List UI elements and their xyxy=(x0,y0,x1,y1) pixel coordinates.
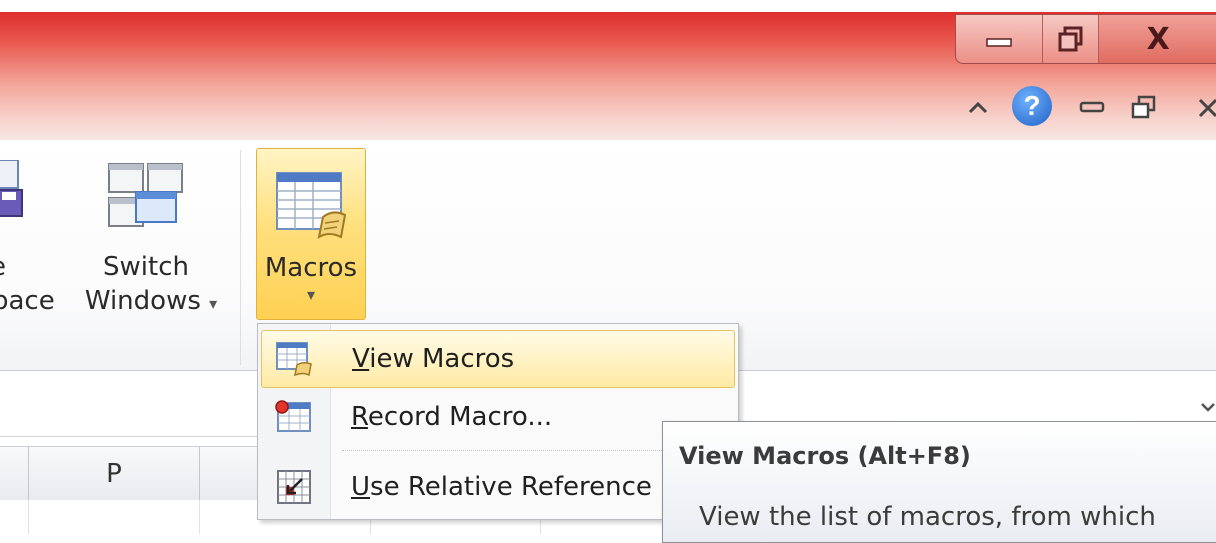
switch-windows-label-1: Switch xyxy=(103,252,189,282)
close-icon[interactable] xyxy=(1196,96,1216,120)
tooltip-body: View the list of macros, from which xyxy=(699,502,1156,532)
minimize-icon[interactable] xyxy=(1078,98,1106,116)
close-button[interactable]: X xyxy=(1099,15,1216,63)
switch-windows-button[interactable]: Switch Windows ▾ xyxy=(66,150,236,370)
save-workspace-label-2: pace xyxy=(0,286,55,316)
minimize-icon xyxy=(986,38,1012,47)
restore-icon[interactable] xyxy=(1130,94,1158,122)
column-header-p[interactable]: P xyxy=(29,447,200,501)
chevron-up-icon[interactable] xyxy=(966,98,990,118)
macros-button[interactable]: Macros ▾ xyxy=(256,148,366,320)
restore-icon xyxy=(1058,26,1083,52)
dropdown-arrow-icon: ▾ xyxy=(209,294,218,313)
tooltip: View Macros (Alt+F8) View the list of ma… xyxy=(662,421,1216,543)
menu-item-label: Record Macro... xyxy=(351,402,553,432)
restore-button[interactable] xyxy=(1043,15,1100,63)
menu-item-view-macros[interactable]: View Macros xyxy=(261,330,735,388)
help-button[interactable]: ? xyxy=(1012,86,1052,126)
column-header[interactable] xyxy=(0,447,29,501)
macros-label: Macros xyxy=(264,253,358,283)
close-icon: X xyxy=(1146,21,1170,57)
menu-item-label: Use Relative Reference xyxy=(351,472,652,502)
relative-reference-icon xyxy=(277,470,311,504)
workbook-controls: ? xyxy=(960,84,1216,130)
save-workspace-button[interactable]: e pace xyxy=(0,150,60,370)
group-separator xyxy=(240,150,241,365)
record-macro-icon xyxy=(275,400,311,432)
menu-item-label: View Macros xyxy=(352,344,515,374)
switch-windows-icon xyxy=(108,163,183,227)
minimize-button[interactable] xyxy=(956,15,1043,63)
help-icon: ? xyxy=(1023,90,1041,121)
window-controls: X xyxy=(955,14,1216,64)
save-workspace-icon xyxy=(0,160,23,217)
save-workspace-label-1: e xyxy=(0,250,6,284)
tooltip-title: View Macros (Alt+F8) xyxy=(679,442,971,470)
switch-windows-label-2: Windows ▾ xyxy=(84,286,218,316)
view-macros-icon xyxy=(276,342,312,377)
dropdown-arrow-icon: ▾ xyxy=(306,285,316,304)
macros-icon xyxy=(276,172,347,240)
expand-formula-bar-icon[interactable] xyxy=(1196,398,1216,418)
